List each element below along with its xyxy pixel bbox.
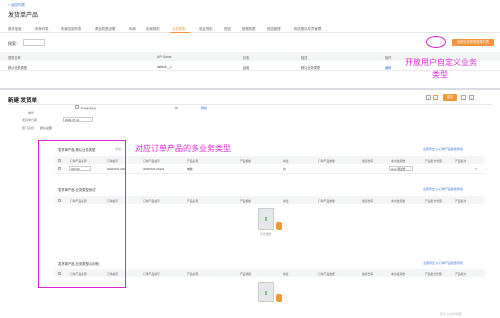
tab-layout-list[interactable]: 布局列表: [35, 26, 49, 31]
cell-unit: 台: [283, 167, 286, 171]
col-product-spec: 产品规格: [240, 158, 252, 163]
annotation-top-line1: 开放用户自定义业务: [405, 58, 477, 67]
tab-basic-info[interactable]: 基本信息: [8, 26, 22, 31]
image-filename: image.jpeg: [81, 106, 96, 110]
person-icon: [276, 222, 282, 230]
divider: [8, 104, 492, 105]
col-order-qty: 订单产品数量: [318, 271, 335, 276]
owner-value: 默认总部: [40, 126, 53, 130]
col-batch-mgmt: 产品批次管理: [425, 271, 442, 276]
settings-tabs: 基本信息 布局列表 布局控制列表 角色权限设置 布局 布局规则 业务类型 验证规…: [0, 23, 500, 33]
cell-order-product-no: 20200701-00123: [143, 167, 165, 171]
back-to-list-link[interactable]: < 返回列表: [8, 3, 25, 8]
cell-product-name: 电脑: [187, 167, 193, 171]
col-unit: 单位: [283, 271, 289, 276]
col-order-product-no: 订单产品编号: [143, 158, 160, 163]
col-batch-mgmt: 产品批次管理: [425, 198, 442, 203]
watermark: 知乎 @纷享销客: [440, 312, 462, 316]
col-batch: 产品批次: [455, 158, 467, 163]
date-label: 发货单日期: [22, 118, 38, 122]
col-batch-mgmt: 产品批次管理: [425, 158, 442, 163]
more-icon[interactable]: ⋯: [461, 95, 466, 100]
col-order-product-no: 订单产品编号: [143, 198, 160, 203]
pause-icon[interactable]: ∥: [426, 95, 431, 100]
cell-type-name: 默认业务类型: [8, 65, 28, 70]
new-delivery-form: 新建 发货单 ∥ ▯ 保存 ⋯ ✕ image.jpeg kb 删除 单号 发货…: [0, 90, 500, 318]
annotation-box: [38, 140, 126, 288]
tab-layout-rules[interactable]: 布局规则: [146, 26, 160, 31]
active-tab-indicator: [170, 32, 190, 33]
col-ship-qty: 本次发货数: [391, 158, 405, 163]
page-title: 发货单产品: [8, 13, 39, 19]
close-icon[interactable]: ✕: [469, 95, 474, 100]
col-order-product-no: 订单产品编号: [143, 271, 160, 276]
col-type-name: 类型名称: [8, 56, 21, 60]
col-product-spec: 产品规格: [240, 198, 252, 203]
col-batch: 产品批次: [455, 271, 467, 276]
owner-label: 部门名称: [22, 126, 35, 130]
cell-description: 默认业务类型: [301, 65, 321, 70]
col-unit: 单位: [283, 158, 289, 163]
tab-button-management[interactable]: 按钮管理: [267, 26, 281, 31]
cell-status: 启用: [243, 65, 250, 70]
tab-buttons[interactable]: 按钮: [224, 26, 231, 31]
row-delete-icon[interactable]: ✕: [475, 167, 477, 171]
plant-icon: [265, 217, 267, 221]
col-unit: 单位: [283, 198, 289, 203]
plant-icon: [265, 291, 267, 295]
cell-api-name: default__c: [157, 64, 172, 69]
section-actions[interactable]: 全部导出 从订单产品批量添加: [423, 147, 463, 151]
annotation-middle: 对应订单产品的多业务类型: [135, 144, 231, 153]
form-title: 新建 发货单: [8, 98, 38, 104]
person-icon: [276, 294, 282, 302]
delete-file-link[interactable]: 删除: [201, 106, 207, 110]
col-product-name: 产品名称: [187, 271, 199, 276]
col-warehouse: 发货仓库: [362, 158, 374, 163]
enable-business-type-button[interactable]: 启用业务类型选择列表: [452, 39, 494, 46]
col-product-spec: 产品规格: [240, 271, 252, 276]
col-status: 状态: [243, 56, 250, 60]
search-label: 搜索：: [8, 41, 20, 46]
layout-icon[interactable]: ▯: [433, 95, 438, 100]
col-actions: 操作: [385, 56, 392, 60]
date-input[interactable]: 2020-07-01: [63, 117, 93, 122]
col-product-name: 产品名称: [187, 158, 199, 163]
col-ship-qty: 本次发货数: [391, 198, 405, 203]
col-ship-qty: 本次发货数: [391, 271, 405, 276]
col-warehouse: 发货仓库: [362, 271, 374, 276]
code-label: 单号: [28, 111, 35, 115]
edit-link[interactable]: 编辑: [385, 65, 391, 70]
col-product-name: 产品名称: [187, 198, 199, 203]
tab-layout[interactable]: 布局: [129, 26, 136, 31]
save-button[interactable]: 保存: [443, 94, 457, 101]
annotation-top-line2: 类型: [432, 70, 448, 79]
tab-role-permissions[interactable]: 角色权限设置: [95, 26, 115, 31]
file-icon: [75, 105, 79, 109]
col-description: 描述: [301, 56, 308, 60]
search-input[interactable]: [23, 39, 45, 46]
section-actions[interactable]: 全部导出 从订单产品批量添加: [423, 261, 463, 265]
tab-layout-control-list[interactable]: 布局控制列表: [61, 26, 81, 31]
col-order-qty: 订单产品数量: [318, 198, 335, 203]
business-type-settings-panel: < 返回列表 发货单产品 基本信息 布局列表 布局控制列表 角色权限设置 布局 …: [0, 0, 500, 88]
tab-business-type[interactable]: 业务类型: [172, 26, 186, 31]
col-warehouse: 发货仓库: [362, 198, 374, 203]
tab-team-members[interactable]: 相关团队成员管理: [294, 26, 321, 31]
col-order-qty: 订单产品数量: [318, 158, 335, 163]
section-actions[interactable]: 全部导出 从订单产品批量添加: [423, 187, 463, 191]
annotation-oval: [426, 36, 446, 48]
warehouse-select[interactable]: ema 测试仓: [389, 166, 413, 171]
empty-text: 暂无数据: [260, 232, 272, 236]
tab-validation-rules[interactable]: 验证规则: [199, 26, 213, 31]
file-size: kb: [175, 106, 179, 110]
col-api-name: API Name: [157, 55, 172, 59]
col-batch: 产品批次: [455, 198, 467, 203]
tab-data-permissions[interactable]: 数据权限: [242, 26, 256, 31]
